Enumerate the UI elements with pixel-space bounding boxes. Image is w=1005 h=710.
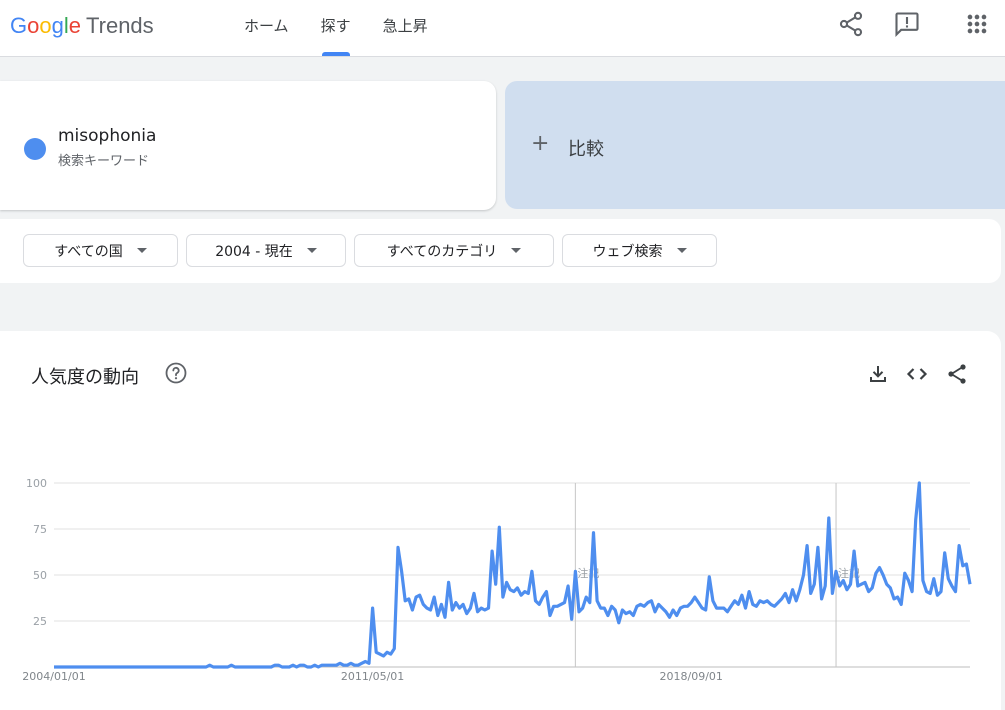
nav-home-label: ホーム (244, 17, 289, 35)
logo-letter: o (27, 13, 40, 38)
y-axis-labels: 100 75 50 25 (26, 477, 47, 628)
logo-google: Google (10, 13, 81, 38)
dropdown-arrow-icon (511, 248, 522, 253)
compare-button[interactable]: + 比較 (505, 81, 1005, 209)
trend-chart: 100 75 50 25 2004/01/01 2011/05/01 2018/09/01… (22, 477, 972, 683)
logo-letter: G (10, 13, 28, 38)
search-term-type: 検索キーワード (58, 154, 150, 169)
filter-bar: すべての国 2004 - 現在 すべてのカテゴリ ウェブ検索 (0, 219, 1001, 283)
x-tick-label: 2011/05/01 (341, 670, 404, 683)
region-filter-label: すべての国 (54, 243, 123, 260)
dropdown-arrow-icon (676, 248, 687, 253)
app-header: Google Trends ホーム 探す 急上昇 (0, 0, 1005, 57)
y-tick-label: 50 (33, 569, 47, 582)
main-nav: ホーム 探す 急上昇 (228, 0, 444, 56)
x-tick-label: 2018/09/01 (660, 670, 723, 683)
feedback-icon[interactable] (893, 10, 921, 38)
dropdown-arrow-icon (306, 248, 317, 253)
category-filter[interactable]: すべてのカテゴリ (354, 234, 554, 267)
nav-trending-label: 急上昇 (382, 17, 428, 35)
y-tick-label: 100 (26, 477, 47, 490)
interest-over-time-card: 人気度の動向 100 75 50 25 2004/01/01 2011/05/01 201… (0, 331, 1001, 710)
search-term[interactable]: misophonia (58, 126, 156, 146)
dropdown-arrow-icon (136, 248, 147, 253)
x-axis-labels: 2004/01/01 2011/05/01 2018/09/01 (22, 670, 723, 683)
compare-label: 比較 (568, 139, 604, 160)
logo-trends: Trends (86, 13, 154, 38)
region-filter[interactable]: すべての国 (23, 234, 178, 267)
property-filter[interactable]: ウェブ検索 (562, 234, 717, 267)
time-filter[interactable]: 2004 - 現在 (186, 234, 346, 267)
logo-letter: g (51, 13, 64, 38)
nav-explore-label: 探す (320, 17, 351, 35)
nav-home[interactable]: ホーム (228, 0, 305, 56)
time-filter-label: 2004 - 現在 (215, 243, 293, 260)
search-term-card[interactable]: misophonia 検索キーワード (0, 81, 496, 210)
y-tick-label: 25 (33, 615, 47, 628)
series-color-dot (24, 138, 46, 160)
property-filter-label: ウェブ検索 (592, 243, 663, 260)
nav-trending[interactable]: 急上昇 (367, 0, 444, 56)
share-icon[interactable] (837, 10, 865, 38)
y-tick-label: 75 (33, 523, 47, 536)
logo-letter: o (39, 13, 52, 38)
x-tick-label: 2004/01/01 (22, 670, 85, 683)
google-trends-logo[interactable]: Google Trends (10, 12, 154, 40)
apps-icon[interactable] (963, 10, 991, 38)
logo-letter: e (68, 13, 82, 38)
category-filter-label: すべてのカテゴリ (386, 243, 498, 260)
nav-explore[interactable]: 探す (305, 0, 367, 56)
plus-icon: + (531, 131, 550, 156)
